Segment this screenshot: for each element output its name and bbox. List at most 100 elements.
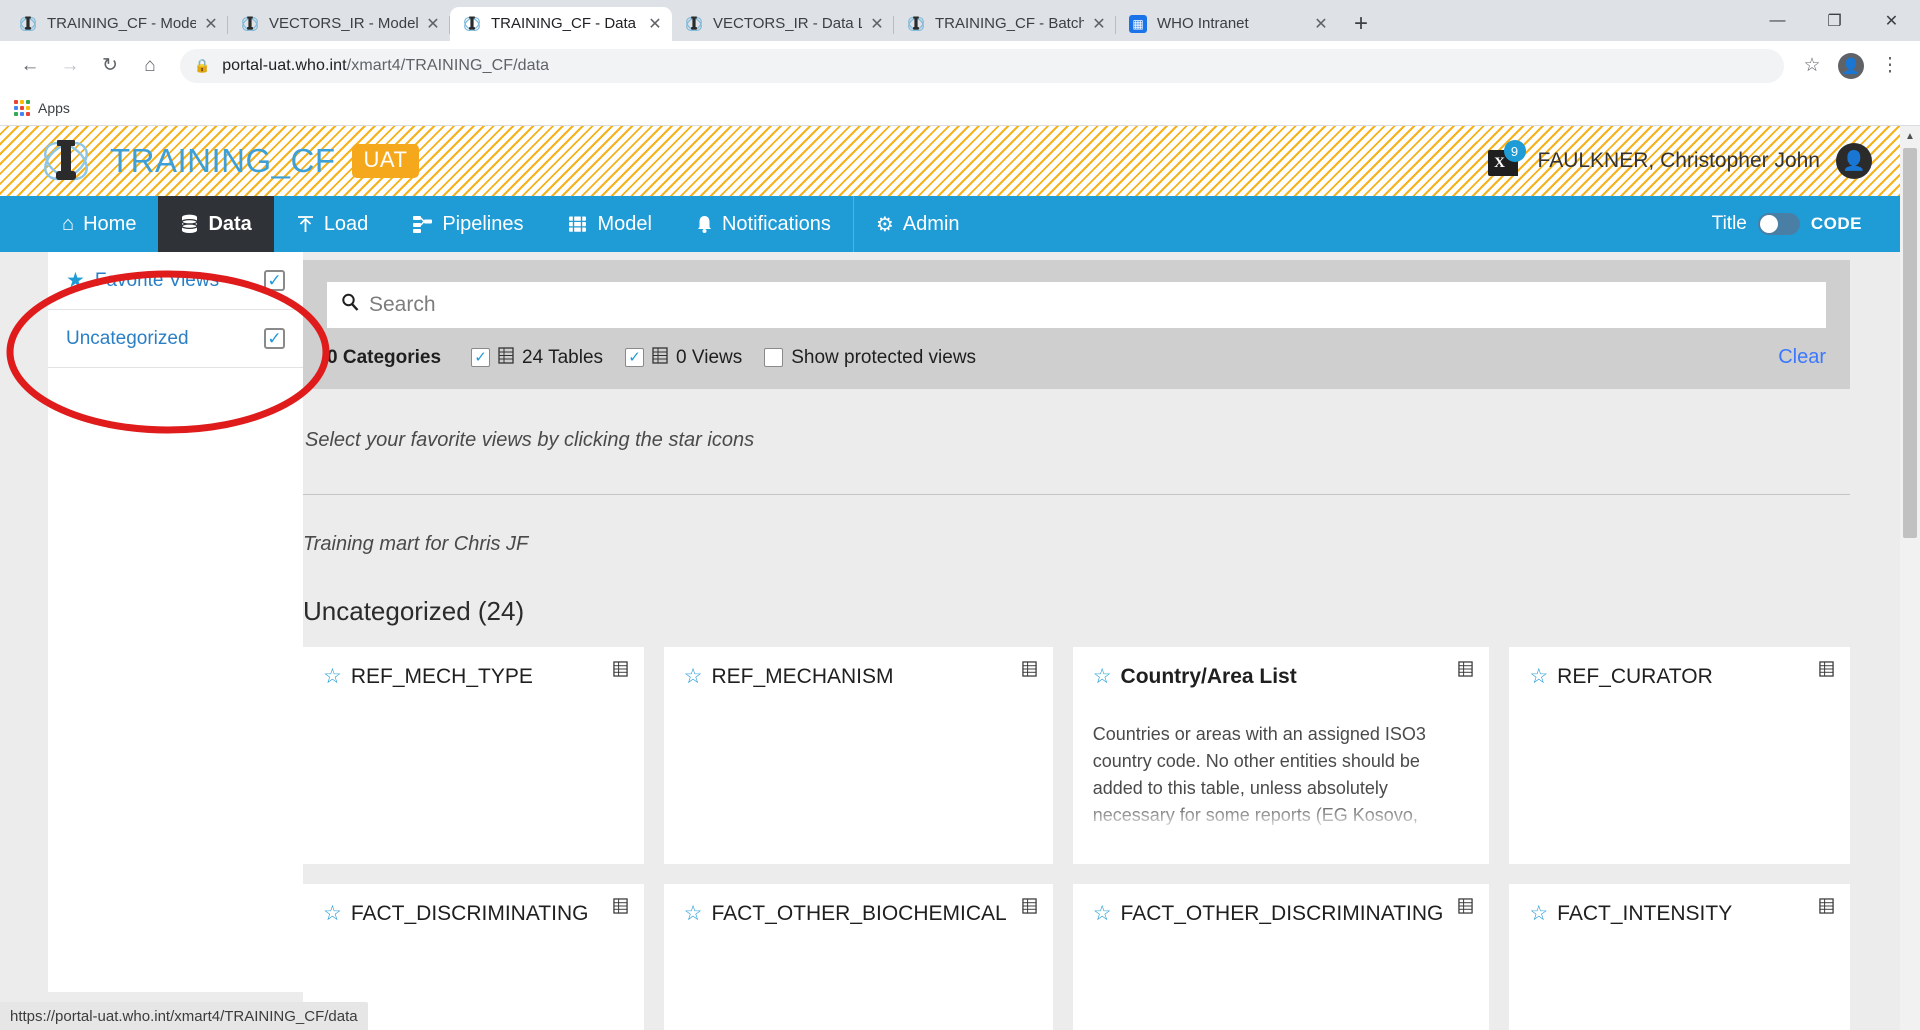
address-bar[interactable]: 🔒 portal-uat.who.int/xmart4/TRAINING_CF/… bbox=[180, 48, 1784, 83]
new-tab-button[interactable]: + bbox=[1344, 7, 1378, 41]
card-title: FACT_INTENSITY bbox=[1557, 902, 1733, 925]
who-icon: ▦ bbox=[1128, 14, 1148, 34]
home-button[interactable]: ⌂ bbox=[130, 46, 170, 86]
card-description: Countries or areas with an assigned ISO3… bbox=[1092, 724, 1426, 833]
scroll-up-icon[interactable]: ▲ bbox=[1900, 126, 1920, 146]
star-filled-icon: ★ bbox=[66, 269, 85, 292]
views-filter-label: 0 Views bbox=[676, 346, 743, 368]
user-avatar[interactable]: 👤 bbox=[1836, 143, 1872, 179]
nav-label: Admin bbox=[902, 212, 960, 235]
back-button[interactable]: ← bbox=[10, 46, 50, 86]
browser-tab[interactable]: VECTORS_IR - Data Load ✕ bbox=[672, 7, 894, 41]
catalog-card[interactable]: ☆ REF_MECHANISM bbox=[663, 647, 1053, 864]
catalog-card[interactable]: ☆ FACT_OTHER_DISCRIMINATING bbox=[1072, 884, 1490, 1030]
table-icon bbox=[1458, 898, 1474, 919]
favorite-star-icon[interactable]: ☆ bbox=[1093, 665, 1112, 689]
sidebar-checkbox[interactable]: ✓ bbox=[264, 270, 285, 291]
browser-tab[interactable]: VECTORS_IR - Model - Edit ✕ bbox=[228, 7, 450, 41]
bookmark-star-icon[interactable]: ☆ bbox=[1792, 46, 1832, 86]
table-icon bbox=[612, 898, 628, 919]
filter-protected-views[interactable]: Show protected views bbox=[764, 347, 976, 369]
card-header: ☆ FACT_OTHER_DISCRIMINATING bbox=[1093, 902, 1470, 926]
search-input[interactable]: Search bbox=[327, 282, 1826, 328]
close-window-button[interactable]: ✕ bbox=[1863, 0, 1920, 41]
tab-close-icon[interactable]: ✕ bbox=[200, 13, 222, 35]
card-header: ☆ REF_MECH_TYPE bbox=[323, 665, 624, 689]
catalog-card[interactable]: ☆ FACT_INTENSITY bbox=[1509, 884, 1850, 1030]
forward-button[interactable]: → bbox=[50, 46, 90, 86]
clear-filters-link[interactable]: Clear bbox=[1778, 346, 1826, 369]
browser-tab[interactable]: ▦ WHO Intranet ✕ bbox=[1116, 7, 1338, 41]
browser-toolbar: ← → ↻ ⌂ 🔒 portal-uat.who.int/xmart4/TRAI… bbox=[0, 41, 1920, 90]
nav-item-model[interactable]: Model bbox=[545, 196, 673, 252]
favorite-star-icon[interactable]: ☆ bbox=[1093, 902, 1112, 926]
profile-avatar-icon[interactable]: 👤 bbox=[1838, 52, 1864, 79]
browser-tab[interactable]: TRAINING_CF - Model - Edit ✕ bbox=[6, 7, 228, 41]
tab-close-icon[interactable]: ✕ bbox=[644, 13, 666, 35]
sidebar-checkbox[interactable]: ✓ bbox=[264, 328, 285, 349]
display-mode-toggle[interactable]: Title CODE bbox=[1712, 196, 1900, 252]
tab-close-icon[interactable]: ✕ bbox=[1088, 13, 1110, 35]
nav-item-notifications[interactable]: Notifications bbox=[674, 196, 853, 252]
favorite-star-icon[interactable]: ☆ bbox=[323, 902, 342, 926]
xmart-icon bbox=[18, 14, 38, 34]
table-icon bbox=[1022, 898, 1037, 919]
tab-close-icon[interactable]: ✕ bbox=[1310, 13, 1332, 35]
catalog-card[interactable]: ☆ FACT_OTHER_BIOCHEMICAL bbox=[663, 884, 1053, 1030]
table-icon bbox=[612, 661, 628, 682]
table-icon bbox=[498, 346, 514, 369]
nav-item-load[interactable]: Load bbox=[274, 196, 391, 252]
catalog-card[interactable]: ☆ Country/Area List Countries or areas w… bbox=[1072, 647, 1490, 864]
status-bar: https://portal-uat.who.int/xmart4/TRAINI… bbox=[0, 1002, 368, 1030]
filter-tables[interactable]: ✓ 24 Tables bbox=[471, 347, 603, 369]
nav-item-pipelines[interactable]: Pipelines bbox=[390, 196, 545, 252]
sidebar-item-uncategorized[interactable]: Uncategorized ✓ bbox=[48, 310, 303, 368]
favorite-star-icon[interactable]: ☆ bbox=[323, 665, 342, 689]
xmart-icon bbox=[684, 14, 704, 34]
nav-label: Notifications bbox=[721, 212, 831, 235]
table-icon bbox=[1458, 661, 1474, 682]
favorite-star-icon[interactable]: ☆ bbox=[1529, 665, 1548, 689]
nav-label: Pipelines bbox=[442, 212, 524, 235]
maximize-button[interactable]: ❐ bbox=[1806, 0, 1863, 41]
filter-views[interactable]: ✓ 0 Views bbox=[625, 347, 742, 369]
reload-button[interactable]: ↻ bbox=[90, 46, 130, 86]
lock-icon: 🔒 bbox=[194, 57, 211, 73]
favorite-star-icon[interactable]: ☆ bbox=[684, 665, 703, 689]
excel-export-icon[interactable]: X 9 bbox=[1487, 140, 1526, 178]
card-title: REF_MECH_TYPE bbox=[350, 665, 533, 688]
nav-item-home[interactable]: ⌂ Home bbox=[40, 196, 158, 252]
nav-item-data[interactable]: Data bbox=[158, 196, 274, 252]
environment-badge: UAT bbox=[351, 144, 420, 178]
mart-description: Training mart for Chris JF bbox=[303, 533, 529, 555]
bookmark-apps[interactable]: Apps bbox=[14, 99, 70, 116]
nav-label: Home bbox=[83, 212, 137, 235]
category-heading: Uncategorized (24) bbox=[303, 596, 525, 626]
nav-item-admin[interactable]: ⚙ Admin bbox=[852, 196, 982, 252]
browser-tab[interactable]: TRAINING_CF - Batch Preview ✕ bbox=[894, 7, 1116, 41]
favorites-hint: Select your favorite views by clicking t… bbox=[305, 429, 755, 451]
sidebar-item-favorite-views[interactable]: ★ Favorite Views ✓ bbox=[48, 252, 303, 310]
tab-close-icon[interactable]: ✕ bbox=[422, 13, 444, 35]
card-header: ☆ REF_MECHANISM bbox=[684, 665, 1033, 689]
favorite-star-icon[interactable]: ☆ bbox=[684, 902, 703, 926]
views-checkbox[interactable]: ✓ bbox=[625, 348, 645, 367]
page-scrollbar[interactable]: ▲ bbox=[1900, 126, 1920, 1030]
upload-icon bbox=[296, 214, 315, 234]
tables-checkbox[interactable]: ✓ bbox=[471, 348, 491, 367]
scrollbar-thumb[interactable] bbox=[1903, 148, 1917, 538]
title-code-switch[interactable] bbox=[1757, 213, 1800, 235]
protected-views-checkbox[interactable] bbox=[764, 348, 784, 367]
toggle-label-title: Title bbox=[1711, 213, 1747, 234]
favorite-star-icon[interactable]: ☆ bbox=[1529, 902, 1548, 926]
page-viewport: TRAINING_CF UAT X 9 FAULKNER, Christophe… bbox=[0, 126, 1920, 1030]
card-header: ☆ FACT_OTHER_BIOCHEMICAL bbox=[684, 902, 1033, 926]
tab-close-icon[interactable]: ✕ bbox=[866, 13, 888, 35]
card-header: ☆ Country/Area List bbox=[1093, 665, 1470, 689]
catalog-card[interactable]: ☆ REF_CURATOR bbox=[1509, 647, 1850, 864]
card-title: Country/Area List bbox=[1120, 665, 1297, 688]
minimize-button[interactable]: — bbox=[1749, 0, 1806, 41]
browser-tab-active[interactable]: TRAINING_CF - Data Catalog ✕ bbox=[450, 7, 672, 41]
chrome-menu-icon[interactable]: ⋮ bbox=[1870, 46, 1910, 86]
catalog-card[interactable]: ☆ REF_MECH_TYPE bbox=[303, 647, 644, 864]
